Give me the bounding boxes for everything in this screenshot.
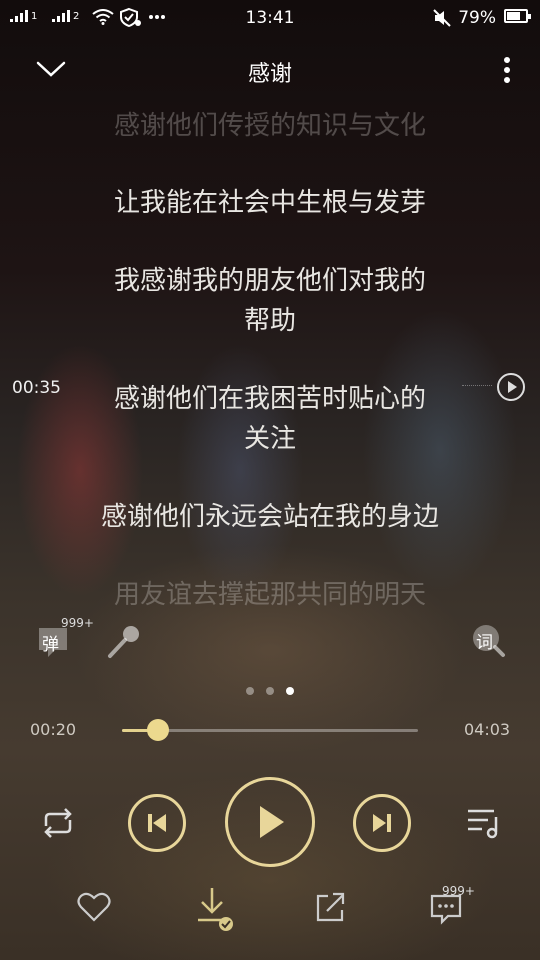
page-dot[interactable] (246, 687, 254, 695)
repeat-icon[interactable] (38, 806, 78, 840)
current-time: 00:20 (30, 720, 77, 739)
play-button[interactable] (225, 777, 315, 867)
play-icon (260, 806, 284, 838)
progress-thumb[interactable] (146, 719, 169, 741)
lyrics-search-button[interactable]: 词 (470, 622, 506, 658)
song-title: 感谢 (247, 62, 292, 87)
danmu-label: 弹 (42, 635, 59, 655)
next-icon (373, 814, 391, 832)
battery-percent: 79% (458, 8, 496, 28)
lyric-line: 让我能在社会中生根与发芽 (113, 188, 426, 218)
mute-icon (433, 9, 451, 27)
lyric-line: 感谢他们永远会站在我的身边 (100, 502, 439, 532)
status-bar: 1 2 13:41 79% (0, 0, 540, 36)
battery-icon (504, 9, 531, 23)
page-dot-active[interactable] (286, 687, 294, 695)
comment-count-badge: 999+ (442, 884, 475, 898)
share-icon[interactable] (312, 890, 348, 924)
danmu-count-badge: 999+ (61, 616, 94, 630)
playlist-icon[interactable] (464, 805, 504, 839)
previous-button[interactable] (128, 794, 186, 852)
lyrics-icon-label: 词 (476, 633, 493, 653)
total-time: 04:03 (464, 720, 511, 739)
heart-icon[interactable] (76, 890, 112, 924)
lyric-line: 感谢他们传授的知识与文化 (113, 111, 426, 141)
comment-button[interactable]: 999+ (426, 884, 476, 926)
next-button[interactable] (353, 794, 411, 852)
page-dot[interactable] (266, 687, 274, 695)
progress-slider[interactable] (122, 719, 418, 741)
lyric-line-current: 关注 (243, 424, 296, 454)
lyric-seek-line (462, 385, 492, 386)
lyric-seek-time: 00:35 (12, 378, 61, 398)
previous-icon (148, 814, 166, 832)
lyric-line: 用友谊去撑起那共同的明天 (113, 580, 426, 610)
microphone-icon[interactable] (104, 622, 144, 662)
more-vertical-icon[interactable] (500, 54, 514, 86)
download-icon[interactable] (192, 884, 236, 934)
lyric-line: 我感谢我的朋友他们对我的 (113, 266, 426, 296)
danmu-button[interactable]: 弹 999+ (35, 616, 94, 662)
lyric-line: 帮助 (243, 306, 296, 336)
lyric-line-current: 感谢他们在我困苦时贴心的 (113, 384, 426, 414)
page-indicator (0, 687, 540, 695)
play-circle-icon[interactable] (496, 372, 526, 402)
